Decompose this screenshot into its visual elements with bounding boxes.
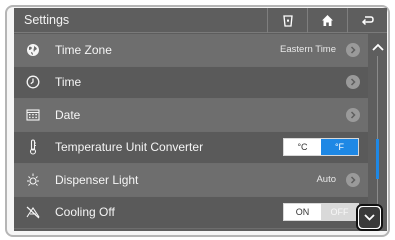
scroll-track (377, 56, 378, 206)
settings-list: Time Zone Eastern Time Time Date Tempera… (14, 34, 368, 229)
page-title: Settings (24, 13, 70, 27)
chevron-right-icon (346, 75, 360, 90)
header-bar: Settings (14, 8, 387, 33)
chevron-right-icon (346, 107, 360, 122)
off-option[interactable]: OFF (321, 204, 358, 221)
scrollbar[interactable] (368, 34, 387, 231)
row-time[interactable]: Time (14, 66, 368, 99)
row-label: Temperature Unit Converter (55, 140, 204, 155)
row-value: Eastern Time (280, 44, 336, 56)
on-option[interactable]: ON (284, 204, 321, 220)
row-label: Time Zone (55, 42, 112, 57)
scroll-up-icon[interactable] (371, 42, 385, 52)
light-icon (24, 164, 42, 196)
chevron-down-icon (364, 214, 375, 221)
cooling-off-icon (24, 197, 42, 229)
back-arrow-icon (361, 15, 374, 27)
scroll-thumb[interactable] (376, 139, 379, 179)
globe-icon (24, 34, 42, 66)
row-label: Dispenser Light (55, 172, 139, 187)
thermometer-icon (24, 132, 42, 164)
celsius-option[interactable]: °C (284, 139, 321, 155)
scroll-down-button[interactable] (356, 204, 383, 231)
row-time-zone[interactable]: Time Zone Eastern Time (14, 34, 368, 67)
settings-screen: Settings Time Zone Eastern Time Time Dat… (14, 8, 387, 231)
clock-icon (24, 67, 42, 99)
home-icon (321, 14, 334, 27)
water-button[interactable] (267, 8, 307, 33)
chevron-right-icon (346, 172, 360, 187)
row-value: Auto (316, 174, 336, 186)
back-button[interactable] (347, 8, 387, 33)
row-cooling-off: Cooling Off ON OFF (14, 196, 368, 229)
row-label: Cooling Off (55, 205, 115, 220)
row-label: Date (55, 107, 81, 122)
cooling-off-toggle: ON OFF (283, 203, 359, 222)
fahrenheit-option[interactable]: °F (321, 139, 358, 156)
temperature-unit-toggle: °C °F (283, 138, 359, 157)
scroll-down-inner (359, 207, 380, 228)
row-label: Time (55, 75, 82, 90)
calendar-icon (24, 99, 42, 131)
water-cup-icon (281, 14, 295, 28)
row-date[interactable]: Date (14, 99, 368, 132)
chevron-right-icon (346, 42, 360, 57)
row-temperature-unit: Temperature Unit Converter °C °F (14, 131, 368, 164)
home-button[interactable] (307, 8, 347, 33)
row-dispenser-light[interactable]: Dispenser Light Auto (14, 164, 368, 197)
